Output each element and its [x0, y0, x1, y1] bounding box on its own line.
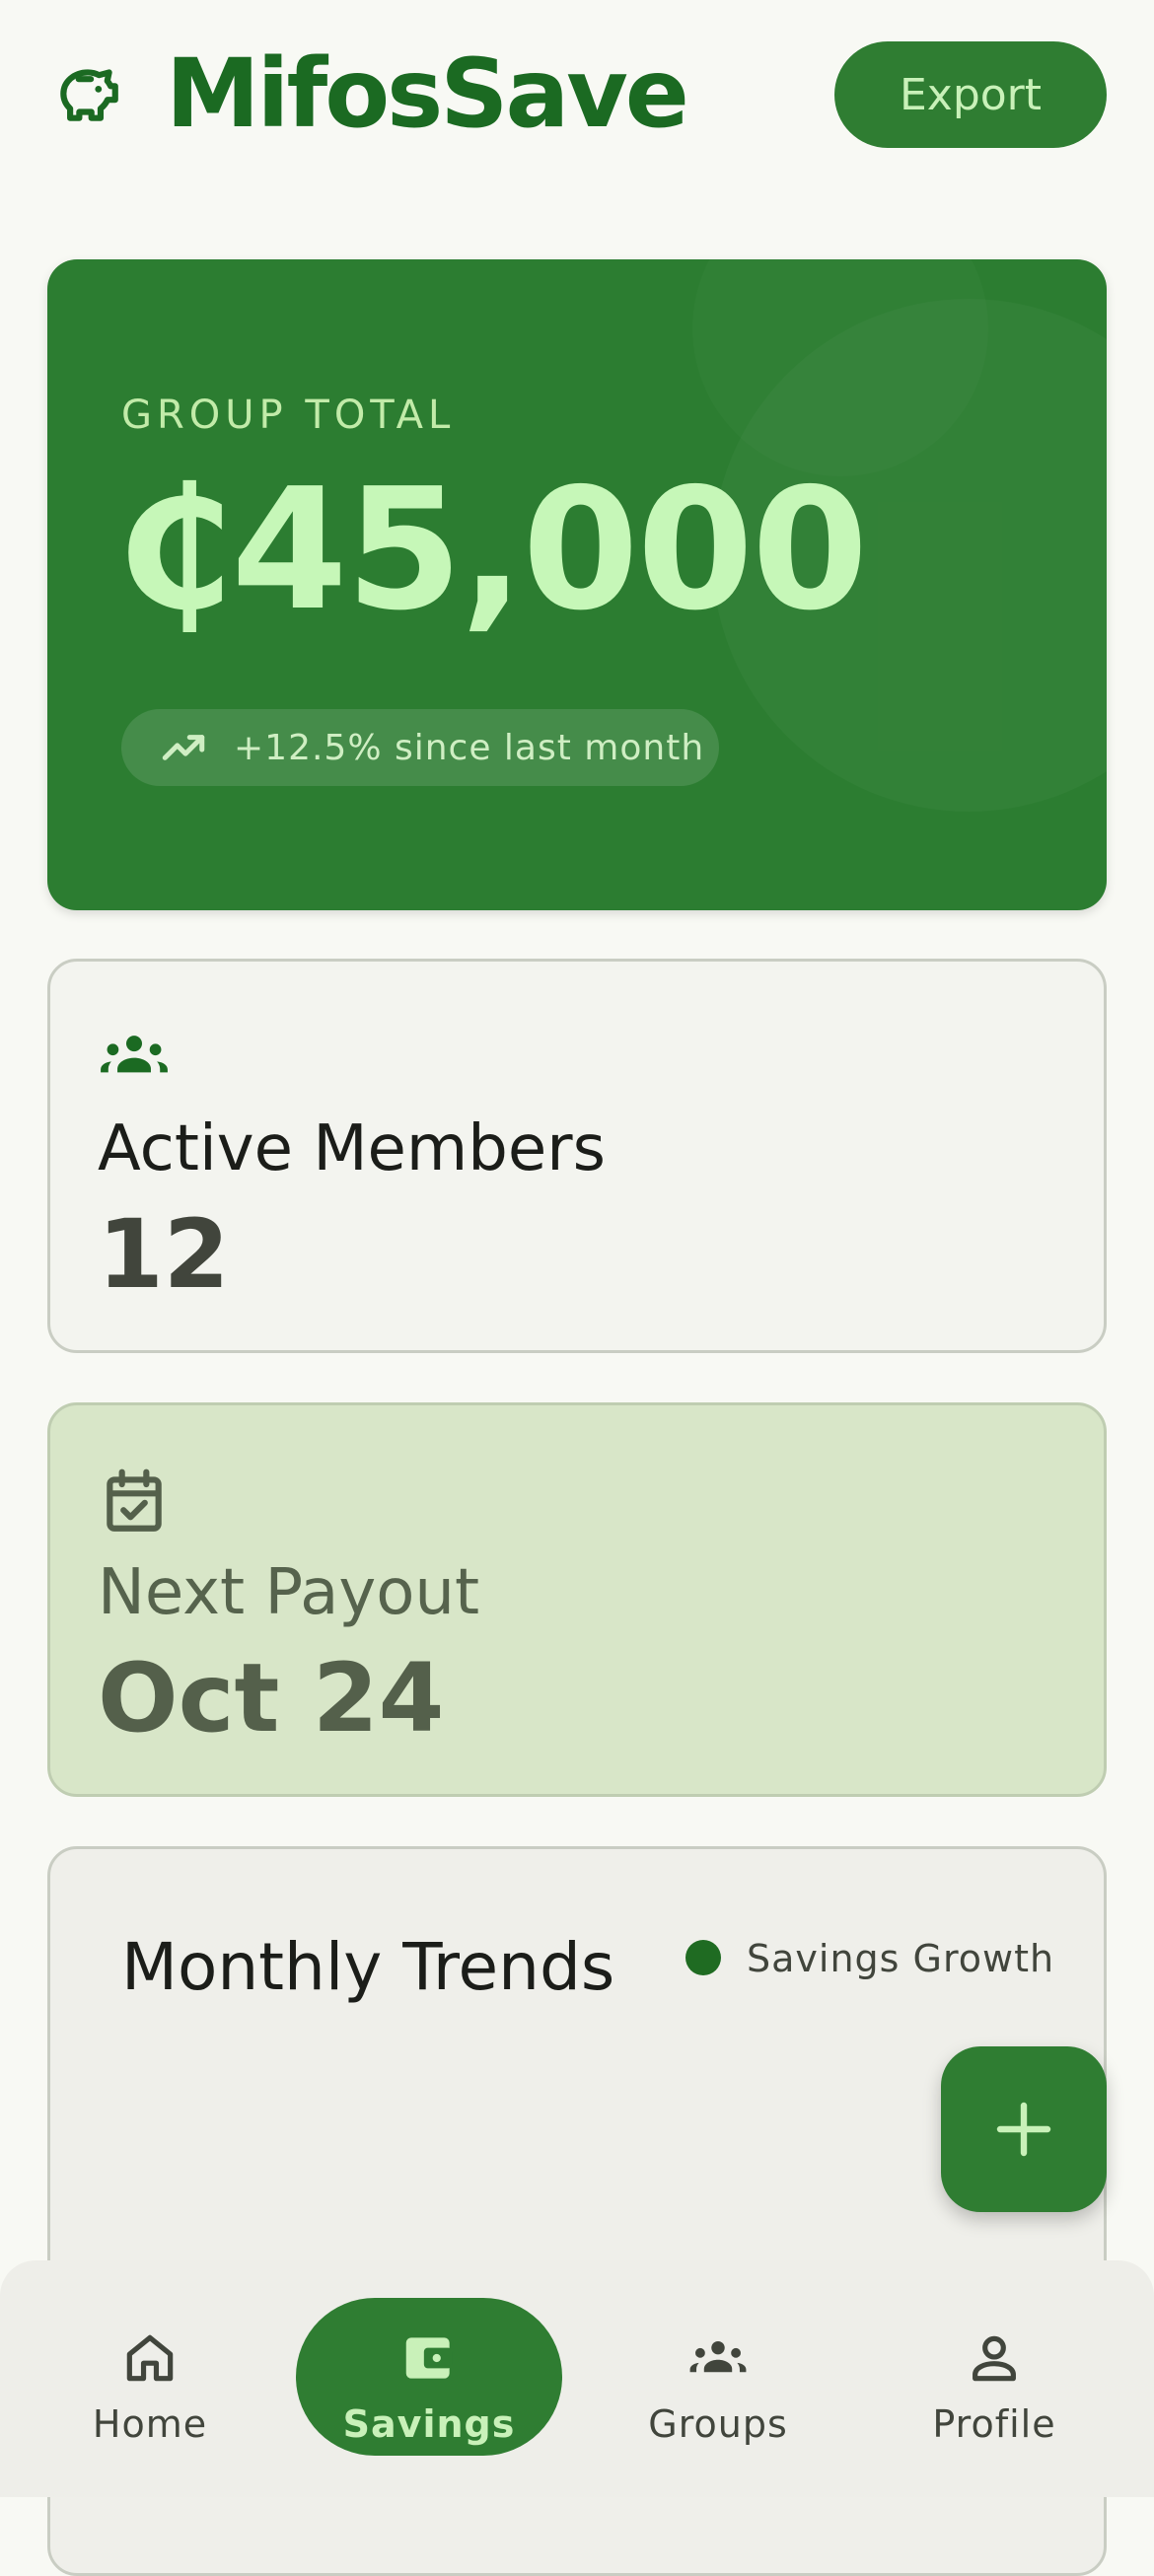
groups-icon: [689, 2340, 747, 2373]
trending-up-icon: [162, 735, 205, 760]
active-members-label: Active Members: [98, 1112, 606, 1185]
legend-label: Savings Growth: [747, 1937, 1055, 1980]
nav-item-savings[interactable]: Savings: [296, 2298, 562, 2456]
add-fab-button[interactable]: [941, 2046, 1107, 2212]
trend-chip: +12.5% since last month: [121, 709, 719, 786]
nav-item-profile[interactable]: Profile: [866, 2298, 1122, 2456]
group-total-card[interactable]: GROUP TOTAL ₵45,000 +12.5% since last mo…: [47, 259, 1107, 910]
plus-icon: [996, 2102, 1051, 2157]
active-members-card[interactable]: Active Members 12: [47, 959, 1107, 1353]
bottom-navigation: Home Savings Groups Profile: [0, 2260, 1154, 2497]
home-icon: [126, 2334, 174, 2382]
piggy-bank-icon: [60, 69, 118, 121]
nav-label-home: Home: [92, 2402, 208, 2446]
nav-item-groups[interactable]: Groups: [590, 2298, 846, 2456]
trend-text: +12.5% since last month: [234, 727, 705, 768]
wallet-icon: [405, 2337, 453, 2379]
monthly-trends-title: Monthly Trends: [121, 1929, 615, 2005]
export-button[interactable]: Export: [834, 41, 1107, 148]
next-payout-value: Oct 24: [98, 1643, 445, 1753]
next-payout-label: Next Payout: [98, 1556, 480, 1629]
groups-icon: [101, 1036, 168, 1073]
nav-label-savings: Savings: [342, 2402, 516, 2446]
active-members-value: 12: [98, 1199, 230, 1310]
person-icon: [973, 2335, 1016, 2382]
event-available-icon: [107, 1468, 162, 1532]
next-payout-card[interactable]: Next Payout Oct 24: [47, 1402, 1107, 1797]
group-total-amount: ₵45,000: [116, 453, 868, 648]
app-title: MifosSave: [166, 38, 689, 149]
nav-label-groups: Groups: [648, 2402, 788, 2446]
nav-item-home[interactable]: Home: [22, 2298, 278, 2456]
group-total-label: GROUP TOTAL: [121, 393, 456, 438]
legend-swatch: [685, 1940, 721, 1975]
nav-label-profile: Profile: [932, 2402, 1056, 2446]
